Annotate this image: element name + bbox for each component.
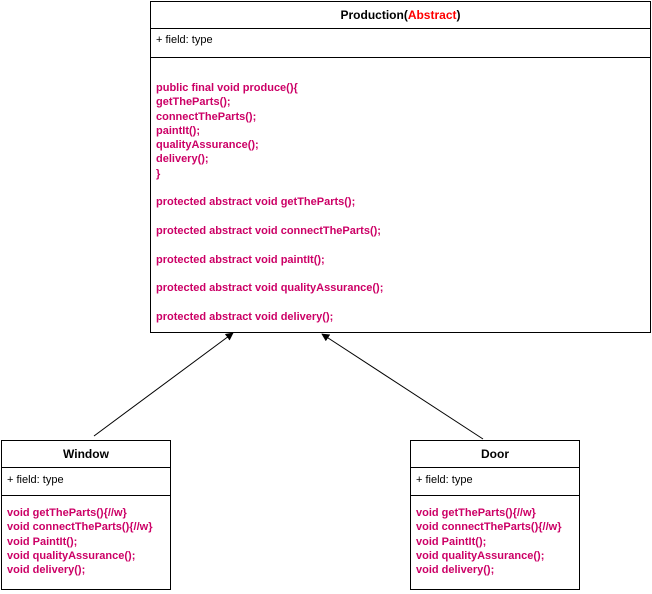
- window-to-production-arrow: [93, 332, 234, 437]
- inheritance-arrows: [93, 332, 484, 440]
- door-to-production-arrow: [321, 333, 484, 440]
